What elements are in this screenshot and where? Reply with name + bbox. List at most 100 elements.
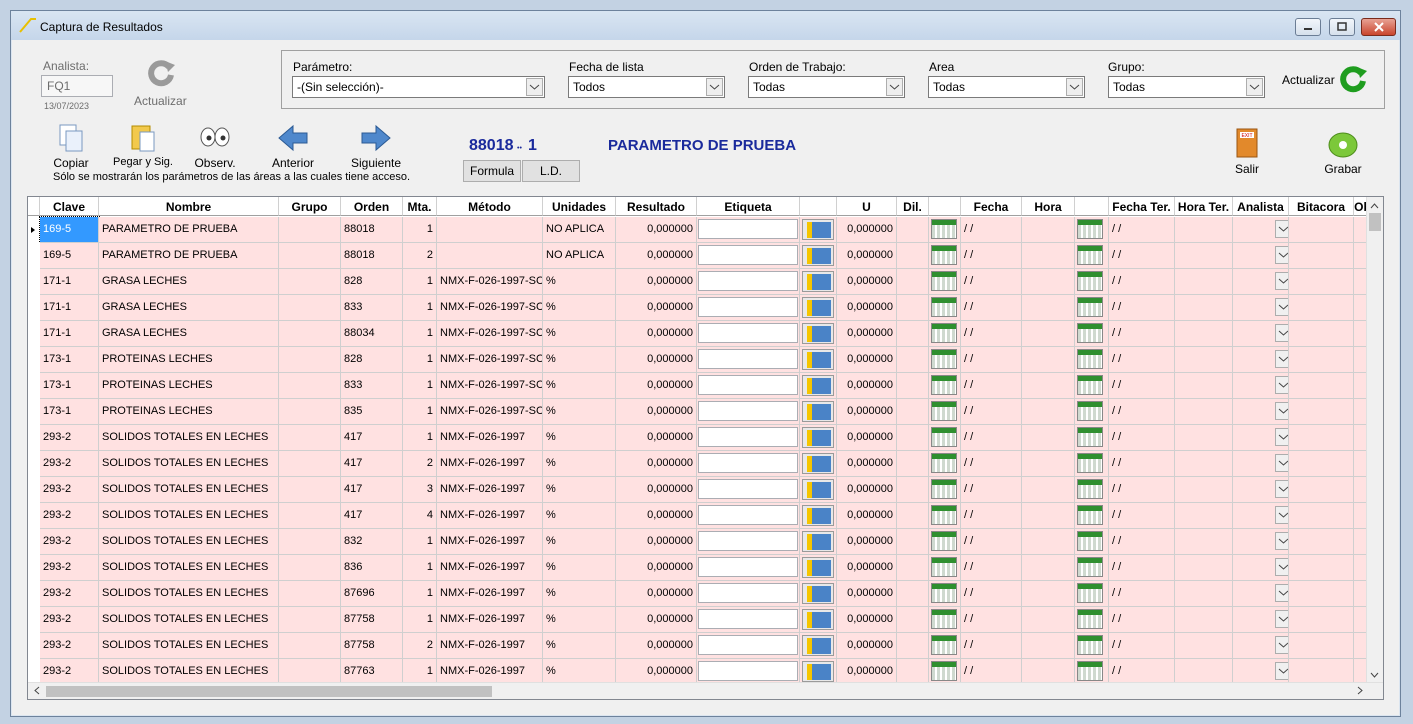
metodo-cell[interactable]: NMX-F-026-1997 <box>437 451 543 477</box>
hora-cell[interactable] <box>1022 347 1075 373</box>
calendar-icon[interactable] <box>1077 219 1103 239</box>
row-selector[interactable] <box>28 347 40 373</box>
unidades-cell[interactable]: % <box>543 373 616 399</box>
table-row[interactable]: 293-2 SOLIDOS TOTALES EN LECHES 87758 2 NMX-… <box>28 633 1372 659</box>
dil-cell[interactable] <box>897 243 929 269</box>
calendar-icon[interactable] <box>931 219 957 239</box>
fecha-cell[interactable]: / / <box>961 321 1022 347</box>
row-selector[interactable] <box>28 503 40 529</box>
hora-cell[interactable] <box>1022 503 1075 529</box>
hora-ter-cell[interactable] <box>1175 503 1233 529</box>
hora-cell[interactable] <box>1022 581 1075 607</box>
nombre-cell[interactable]: PROTEINAS LECHES <box>99 399 279 425</box>
orden-cell[interactable]: 88018 <box>341 243 403 269</box>
hora-ter-cell[interactable] <box>1175 477 1233 503</box>
calendar-icon[interactable] <box>1077 349 1103 369</box>
mta-cell[interactable]: 1 <box>403 607 437 633</box>
metodo-cell[interactable]: NMX-F-026-1997-SCFI <box>437 269 543 295</box>
horizontal-scrollbar[interactable] <box>28 682 1383 699</box>
table-row[interactable]: 173-1 PROTEINAS LECHES 833 1 NMX-F-026-1997-… <box>28 373 1372 399</box>
chevron-down-icon[interactable] <box>1275 272 1288 290</box>
fecha-cell[interactable]: / / <box>961 295 1022 321</box>
note-button[interactable] <box>802 557 834 578</box>
bitacora-cell[interactable] <box>1289 295 1354 321</box>
calendar-icon[interactable] <box>1077 583 1103 603</box>
metodo-cell[interactable]: NMX-F-026-1997 <box>437 425 543 451</box>
table-row[interactable]: 293-2 SOLIDOS TOTALES EN LECHES 87696 1 NMX-… <box>28 581 1372 607</box>
fecha-ter-cell[interactable]: / / <box>1109 217 1175 243</box>
resultado-cell[interactable]: 0,000000 <box>616 269 697 295</box>
etiqueta-input[interactable] <box>698 479 798 499</box>
unidades-cell[interactable]: % <box>543 399 616 425</box>
siguiente-button[interactable]: Siguiente <box>347 123 405 170</box>
dil-cell[interactable] <box>897 633 929 659</box>
bitacora-cell[interactable] <box>1289 217 1354 243</box>
table-row[interactable]: 171-1 GRASA LECHES 88034 1 NMX-F-026-1997-SC… <box>28 321 1372 347</box>
orden-cell[interactable]: 833 <box>341 373 403 399</box>
chevron-down-icon[interactable] <box>1275 610 1288 628</box>
column-header[interactable]: Hora <box>1022 197 1075 216</box>
dil-cell[interactable] <box>897 555 929 581</box>
unidades-cell[interactable]: % <box>543 555 616 581</box>
fecha-cell[interactable]: / / <box>961 347 1022 373</box>
hora-cell[interactable] <box>1022 607 1075 633</box>
grupo-cell[interactable] <box>279 503 341 529</box>
orden-cell[interactable]: 828 <box>341 269 403 295</box>
mta-cell[interactable]: 1 <box>403 321 437 347</box>
nombre-cell[interactable]: PARAMETRO DE PRUEBA <box>99 243 279 269</box>
u-cell[interactable]: 0,000000 <box>837 555 897 581</box>
resultado-cell[interactable]: 0,000000 <box>616 399 697 425</box>
bitacora-cell[interactable] <box>1289 581 1354 607</box>
column-header[interactable] <box>800 197 837 216</box>
etiqueta-input[interactable] <box>698 271 798 291</box>
chevron-down-icon[interactable] <box>1275 558 1288 576</box>
table-row[interactable]: 293-2 SOLIDOS TOTALES EN LECHES 417 1 NMX-F-… <box>28 425 1372 451</box>
grupo-cell[interactable] <box>279 633 341 659</box>
orden-cell[interactable]: 88034 <box>341 321 403 347</box>
mta-cell[interactable]: 4 <box>403 503 437 529</box>
calendar-icon[interactable] <box>1077 427 1103 447</box>
calendar-icon[interactable] <box>1077 375 1103 395</box>
chevron-down-icon[interactable] <box>1275 662 1288 680</box>
note-button[interactable] <box>802 271 834 292</box>
bitacora-cell[interactable] <box>1289 425 1354 451</box>
mta-cell[interactable]: 3 <box>403 477 437 503</box>
fecha-cell[interactable]: / / <box>961 529 1022 555</box>
etiqueta-input[interactable] <box>698 505 798 525</box>
calendar-icon[interactable] <box>1077 401 1103 421</box>
hora-cell[interactable] <box>1022 295 1075 321</box>
maximize-button[interactable] <box>1329 18 1355 36</box>
dil-cell[interactable] <box>897 347 929 373</box>
etiqueta-input[interactable] <box>698 609 798 629</box>
column-header[interactable]: Etiqueta <box>697 197 800 216</box>
column-header[interactable]: Orden <box>341 197 403 216</box>
u-cell[interactable]: 0,000000 <box>837 633 897 659</box>
calendar-icon[interactable] <box>1077 245 1103 265</box>
u-cell[interactable]: 0,000000 <box>837 243 897 269</box>
ld-button[interactable]: L.D. <box>522 160 580 182</box>
clave-cell[interactable]: 293-2 <box>40 607 99 633</box>
fecha-cell[interactable]: / / <box>961 607 1022 633</box>
hora-ter-cell[interactable] <box>1175 399 1233 425</box>
fecha-cell[interactable]: / / <box>961 243 1022 269</box>
note-button[interactable] <box>802 583 834 604</box>
row-selector[interactable] <box>28 321 40 347</box>
horizontal-scroll-thumb[interactable] <box>46 686 492 697</box>
clave-cell[interactable]: 171-1 <box>40 321 99 347</box>
analista-cell[interactable] <box>1233 399 1289 425</box>
calendar-icon[interactable] <box>931 375 957 395</box>
table-row[interactable]: 293-2 SOLIDOS TOTALES EN LECHES 417 3 NMX-F-… <box>28 477 1372 503</box>
chevron-down-icon[interactable] <box>1275 376 1288 394</box>
column-header[interactable]: Mta. <box>403 197 437 216</box>
note-button[interactable] <box>802 245 834 266</box>
mta-cell[interactable]: 2 <box>403 243 437 269</box>
dil-cell[interactable] <box>897 607 929 633</box>
u-cell[interactable]: 0,000000 <box>837 399 897 425</box>
table-row[interactable]: 293-2 SOLIDOS TOTALES EN LECHES 417 4 NMX-F-… <box>28 503 1372 529</box>
hora-cell[interactable] <box>1022 451 1075 477</box>
chevron-down-icon[interactable] <box>1275 402 1288 420</box>
vertical-scroll-thumb[interactable] <box>1369 213 1381 231</box>
clave-cell[interactable]: 173-1 <box>40 373 99 399</box>
analista-cell[interactable] <box>1233 425 1289 451</box>
fecha-ter-cell[interactable]: / / <box>1109 295 1175 321</box>
